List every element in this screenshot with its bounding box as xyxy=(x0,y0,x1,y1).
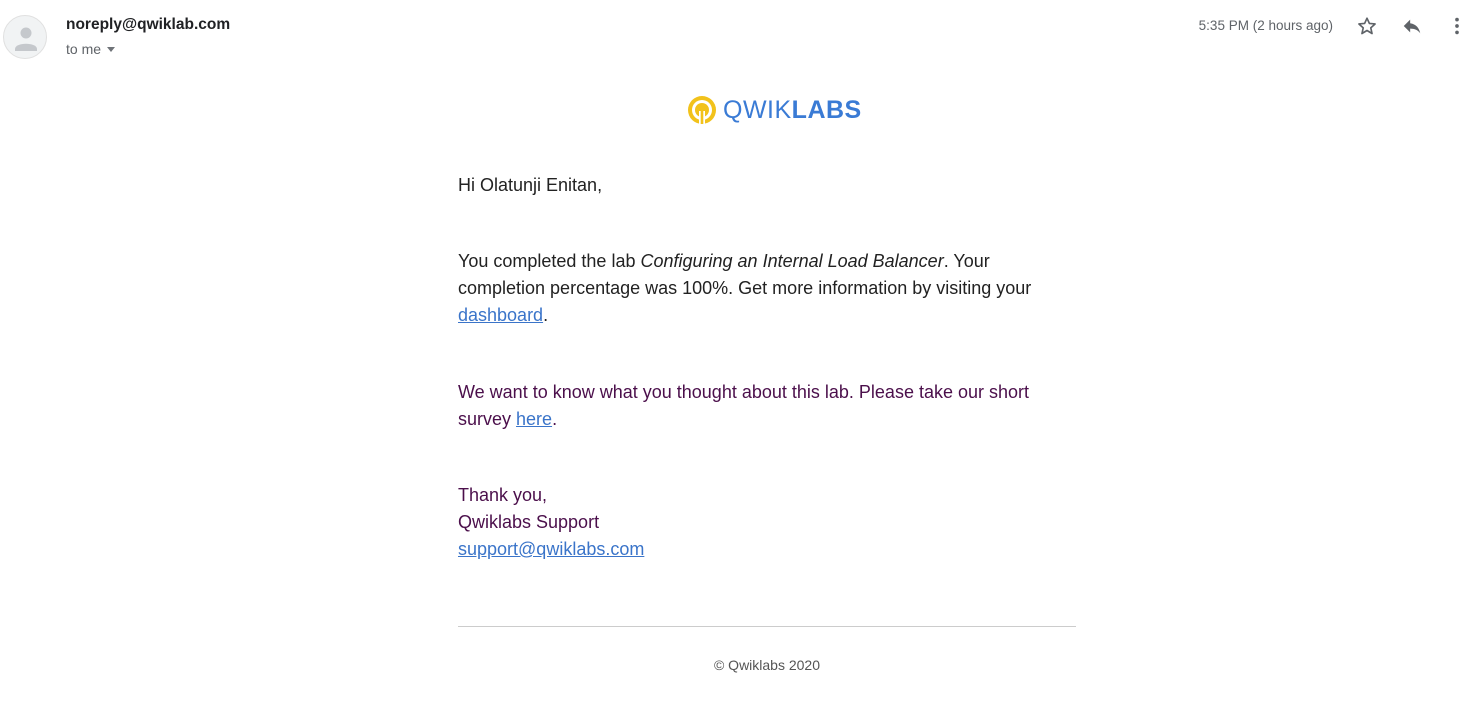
recipient-details-toggle[interactable]: to me xyxy=(66,40,116,58)
dashboard-link[interactable]: dashboard xyxy=(458,305,543,325)
survey-end: . xyxy=(552,409,558,429)
footer-divider xyxy=(458,626,1076,627)
greeting: Hi Olatunji Enitan, xyxy=(458,175,603,195)
reply-button[interactable] xyxy=(1398,12,1426,40)
sender-address: noreply@qwiklab.com xyxy=(66,16,231,33)
survey-link[interactable]: here xyxy=(516,409,552,429)
qwiklabs-logo-mark-icon xyxy=(688,96,716,124)
caret-down-icon[interactable] xyxy=(107,46,116,52)
qwiklabs-logo: QWIKLABS xyxy=(686,93,862,127)
more-options-button[interactable] xyxy=(1443,12,1469,40)
completion-end: . xyxy=(543,305,549,325)
timestamp: 5:35 PM (2 hours ago) xyxy=(1198,18,1333,33)
lab-name: Configuring an Internal Load Balancer xyxy=(640,251,944,271)
completion-text-before: You completed the lab xyxy=(458,251,641,271)
star-button[interactable] xyxy=(1353,12,1381,40)
completion-message: You completed the lab Configuring an Int… xyxy=(458,248,1078,329)
logo-word-light: QWIK xyxy=(723,95,792,124)
signoff: Thank you, Qwiklabs Support support@qwik… xyxy=(458,482,1078,563)
footer-copyright: © Qwiklabs 2020 xyxy=(713,657,821,673)
email-body: Hi Olatunji Enitan, You completed the la… xyxy=(458,172,1078,563)
star-outline-icon xyxy=(1358,17,1376,35)
recipient-label: to me xyxy=(66,41,102,57)
reply-icon xyxy=(1403,19,1421,34)
default-avatar-icon[interactable] xyxy=(3,15,47,59)
more-vert-icon xyxy=(1455,17,1459,35)
email-header: noreply@qwiklab.com to me 5:35 PM (2 hou… xyxy=(0,0,1469,70)
survey-message: We want to know what you thought about t… xyxy=(458,379,1078,433)
signoff-team: Qwiklabs Support xyxy=(458,512,600,532)
signoff-thanks: Thank you, xyxy=(458,485,548,505)
logo-word-bold: LABS xyxy=(791,95,862,124)
logo-wordmark: QWIKLABS xyxy=(723,95,862,124)
support-email-link[interactable]: support@qwiklabs.com xyxy=(458,539,644,559)
